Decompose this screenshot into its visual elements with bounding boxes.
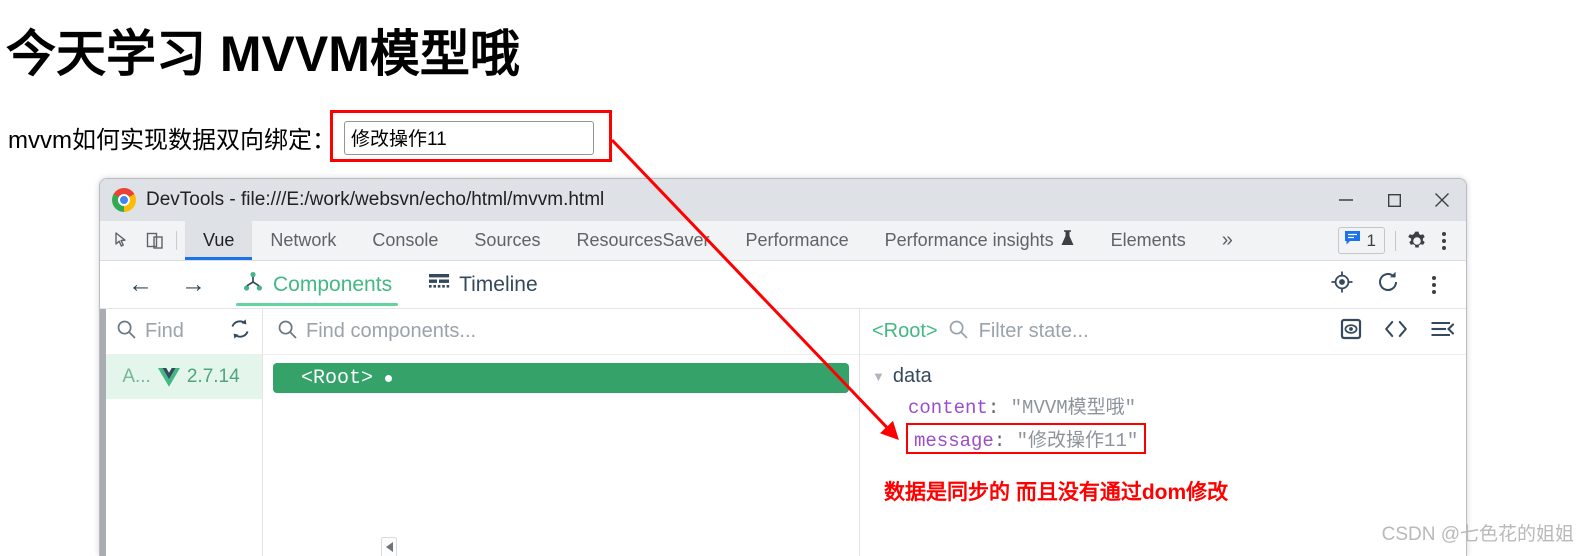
tab-overflow-button[interactable]: » — [1204, 221, 1251, 260]
forward-button[interactable]: → — [167, 272, 220, 297]
devtools-tabbar: Vue Network Console Sources ResourcesSav… — [100, 221, 1466, 261]
maximize-button[interactable] — [1370, 179, 1418, 221]
state-component-name: <Root> — [872, 320, 938, 342]
component-tree-pane: Find components... <Root> — [263, 309, 860, 556]
window-title: DevTools - file:///E:/work/websvn/echo/h… — [146, 189, 605, 210]
tab-resourcessaver[interactable]: ResourcesSaver — [558, 221, 727, 260]
search-icon — [116, 319, 137, 345]
two-way-binding-row: mvvm如何实现数据双向绑定： — [8, 120, 594, 155]
tab-sources[interactable]: Sources — [456, 221, 558, 260]
message-input[interactable] — [343, 120, 594, 155]
tree-node-root[interactable]: <Root> — [273, 363, 849, 393]
tab-performance[interactable]: Performance — [728, 221, 867, 260]
components-tree-icon — [242, 271, 264, 299]
select-component-target-icon[interactable] — [1330, 270, 1354, 299]
app-version: 2.7.14 — [186, 366, 240, 387]
tab-console[interactable]: Console — [354, 221, 456, 260]
open-in-editor-icon[interactable] — [1384, 319, 1408, 344]
state-entry-key: message — [914, 430, 994, 452]
state-group-data[interactable]: ▼ data — [872, 365, 1466, 388]
page-title: 今天学习 MVVM模型哦 — [6, 26, 520, 82]
app-name: A... — [122, 366, 151, 387]
vue-more-vertical-icon[interactable] — [1422, 275, 1446, 294]
state-entry-message[interactable]: message: "修改操作11" — [906, 423, 1147, 454]
state-entry-value: "MVVM模型哦" — [1010, 397, 1137, 419]
vue-tab-components-label: Components — [273, 272, 393, 296]
gear-icon[interactable] — [1406, 230, 1428, 252]
state-entry-value: "修改操作11" — [1016, 430, 1139, 452]
watermark: CSDN @七色花的姐姐 — [1381, 524, 1574, 545]
state-inspector-pane: <Root> Filter state... ▼ data content: "… — [860, 309, 1466, 556]
state-group-label: data — [892, 365, 932, 387]
app-list-item[interactable]: A... 2.7.14 — [100, 355, 262, 399]
vue-toolbar-actions — [1330, 270, 1452, 299]
search-icon — [948, 319, 969, 345]
window-controls — [1322, 179, 1466, 221]
binding-label: mvvm如何实现数据双向绑定： — [8, 127, 336, 154]
annotation-note: 数据是同步的 而且没有通过dom修改 — [884, 481, 1229, 504]
devtools-tool-icons — [100, 221, 172, 260]
apps-search-placeholder: Find — [145, 320, 184, 342]
chrome-logo-icon — [112, 188, 136, 212]
state-header-actions — [1340, 318, 1455, 345]
components-search-placeholder: Find components... — [306, 320, 477, 342]
components-search-row[interactable]: Find components... — [263, 309, 859, 355]
search-icon — [277, 319, 298, 345]
component-tree: <Root> — [263, 355, 859, 393]
state-entry-content[interactable]: content: "MVVM模型哦" — [908, 392, 1466, 419]
sync-refresh-icon[interactable] — [228, 317, 252, 346]
flask-icon — [1060, 229, 1075, 252]
caret-down-icon: ▼ — [872, 369, 885, 384]
tab-elements[interactable]: Elements — [1093, 221, 1204, 260]
state-entry-key: content — [908, 397, 988, 419]
chevron-left-icon — [385, 542, 393, 552]
inspect-element-icon[interactable] — [112, 230, 134, 252]
message-count: 1 — [1366, 230, 1376, 250]
vue-tab-timeline[interactable]: Timeline — [414, 261, 552, 308]
devtools-window: DevTools - file:///E:/work/websvn/echo/h… — [99, 178, 1467, 556]
message-icon — [1344, 230, 1361, 251]
back-button[interactable]: ← — [114, 272, 167, 297]
tree-scroll-left-button[interactable] — [381, 537, 397, 556]
state-body: ▼ data content: "MVVM模型哦" message: "修改操作… — [860, 355, 1466, 506]
tab-network[interactable]: Network — [252, 221, 354, 260]
vue-tab-components[interactable]: Components — [228, 261, 406, 308]
more-vertical-icon[interactable] — [1432, 231, 1456, 250]
tree-node-label: <Root> — [301, 366, 374, 390]
devtools-tabbar-right: 1 — [1337, 221, 1466, 260]
close-button[interactable] — [1418, 179, 1466, 221]
left-edge-bar — [100, 309, 106, 556]
tab-performance-insights[interactable]: Performance insights — [867, 221, 1093, 260]
vue-tab-timeline-label: Timeline — [459, 272, 538, 296]
apps-pane: Find A... 2.7.14 — [100, 309, 263, 556]
device-toolbar-icon[interactable] — [144, 230, 166, 252]
tab-vue[interactable]: Vue — [185, 221, 253, 260]
apps-search-row[interactable]: Find — [100, 309, 262, 355]
state-header: <Root> Filter state... — [860, 309, 1466, 355]
toolbar-divider — [176, 231, 177, 250]
devtools-tab-list: Vue Network Console Sources ResourcesSav… — [185, 221, 1251, 260]
chevron-right-double-icon: » — [1221, 229, 1233, 251]
devtools-titlebar: DevTools - file:///E:/work/websvn/echo/h… — [100, 179, 1466, 221]
tree-node-dot-badge — [385, 374, 393, 382]
vue-devtools-toolbar: ← → Components Timeline — [100, 261, 1466, 309]
message-badge[interactable]: 1 — [1337, 227, 1385, 254]
refresh-icon[interactable] — [1376, 270, 1400, 299]
collapse-all-icon[interactable] — [1430, 319, 1455, 344]
devtools-panes: Find A... 2.7.14 Find components... <Roo… — [100, 309, 1466, 556]
toolbar-divider-2 — [1395, 230, 1396, 251]
state-filter-placeholder[interactable]: Filter state... — [979, 320, 1330, 343]
vue-logo-icon — [157, 367, 180, 387]
timeline-bars-icon — [428, 272, 450, 298]
minimize-button[interactable] — [1322, 179, 1370, 221]
inspect-dom-icon[interactable] — [1340, 318, 1362, 345]
